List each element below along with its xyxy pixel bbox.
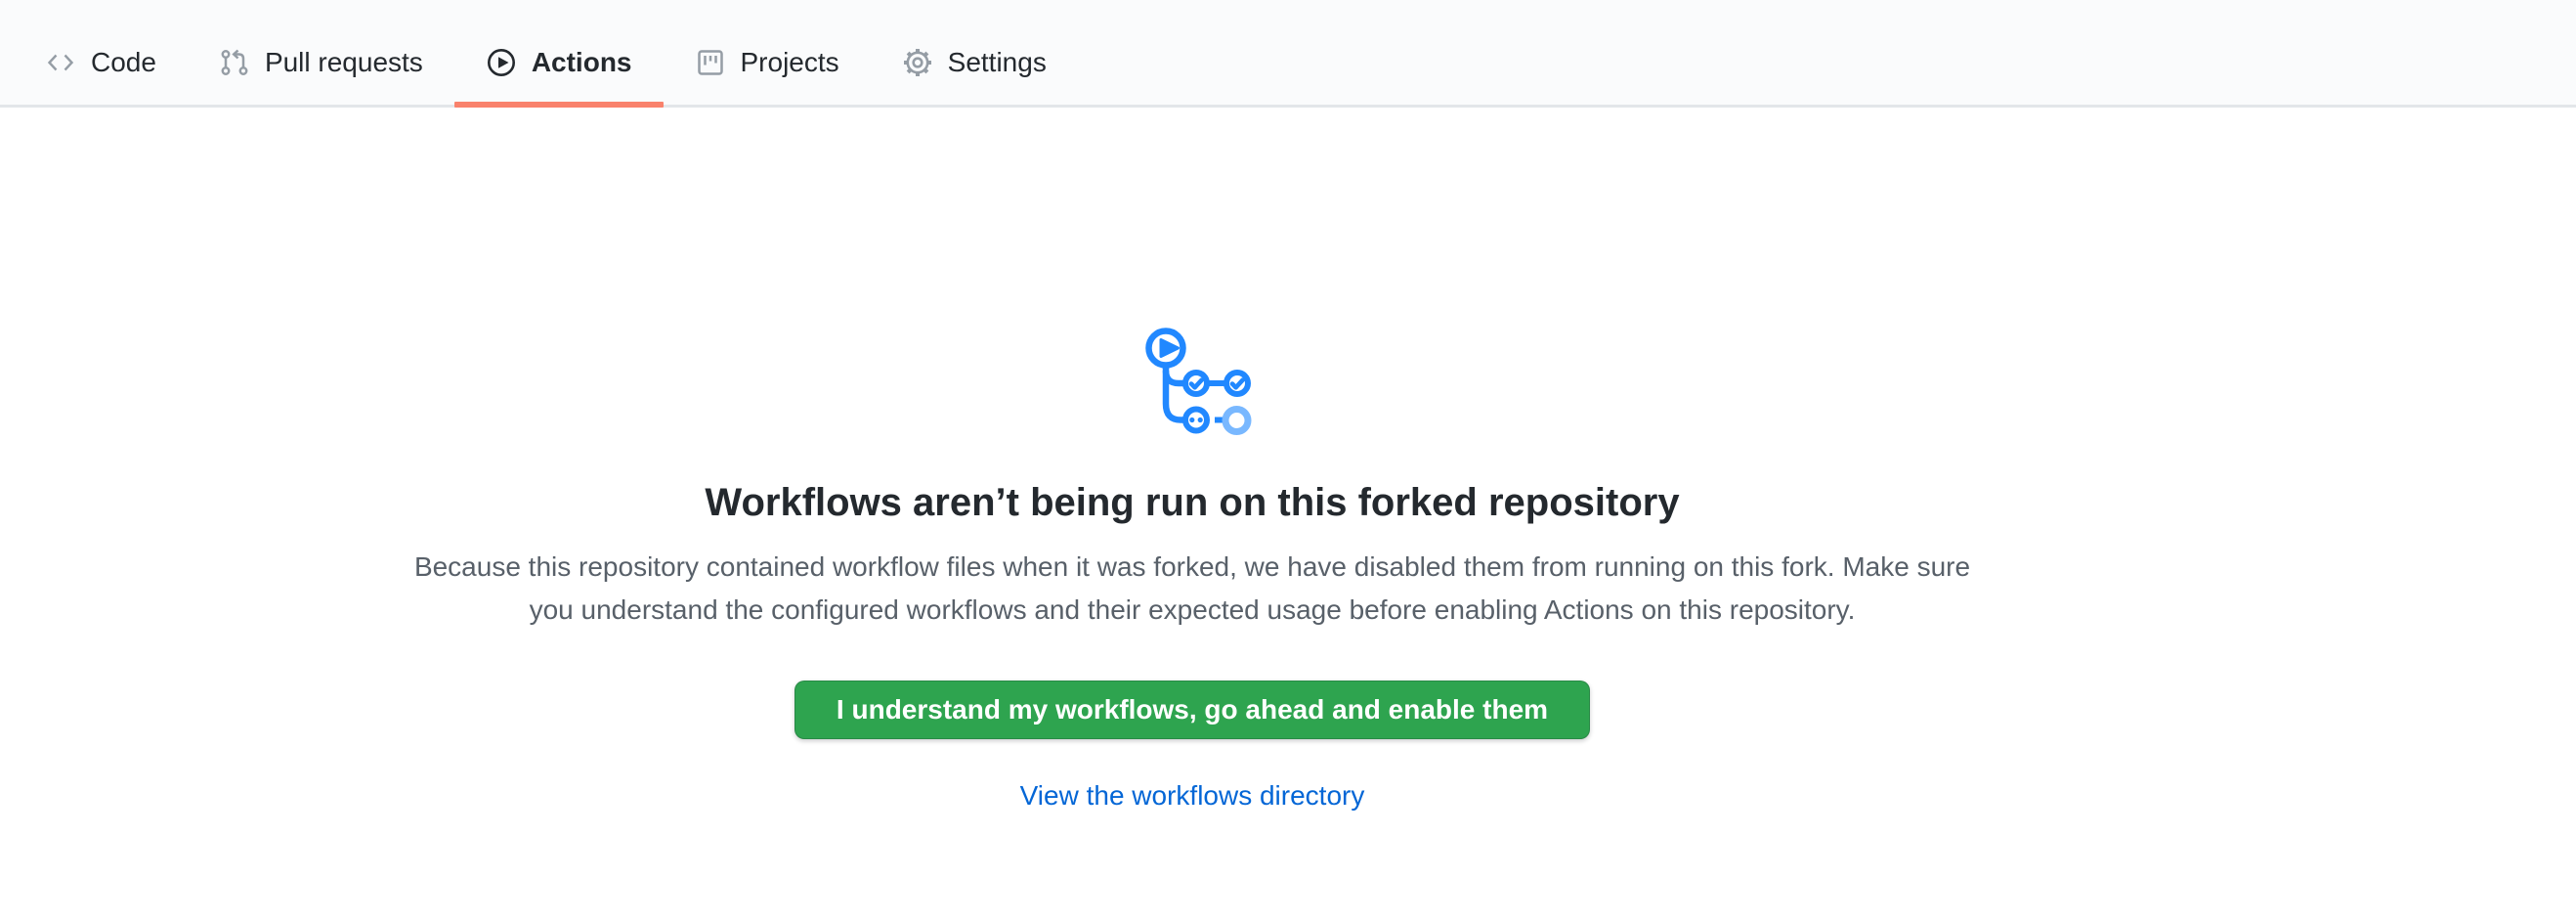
repo-tab-bar: Code Pull requests Actions xyxy=(0,0,2576,108)
workflow-graph-icon xyxy=(1131,309,1254,436)
play-icon xyxy=(486,47,517,78)
tab-label: Actions xyxy=(532,49,632,76)
tab-label: Code xyxy=(91,49,156,76)
tab-pull-requests[interactable]: Pull requests xyxy=(188,20,454,105)
git-pull-request-icon xyxy=(219,47,250,78)
enable-workflows-button[interactable]: I understand my workflows, go ahead and … xyxy=(794,681,1590,739)
tab-actions[interactable]: Actions xyxy=(454,20,664,105)
tab-label: Pull requests xyxy=(265,49,423,76)
tab-projects[interactable]: Projects xyxy=(664,20,871,105)
blankslate-description: Because this repository contained workfl… xyxy=(391,546,1994,632)
tab-code[interactable]: Code xyxy=(14,20,188,105)
gear-icon xyxy=(902,47,933,78)
code-icon xyxy=(45,47,76,78)
project-icon xyxy=(695,47,726,78)
actions-blankslate: Workflows aren’t being run on this forke… xyxy=(0,108,2576,812)
tab-settings[interactable]: Settings xyxy=(871,20,1078,105)
view-workflows-directory-link[interactable]: View the workflows directory xyxy=(1020,780,1365,812)
tab-label: Projects xyxy=(741,49,839,76)
tab-label: Settings xyxy=(948,49,1047,76)
page-title: Workflows aren’t being run on this forke… xyxy=(705,475,1679,530)
